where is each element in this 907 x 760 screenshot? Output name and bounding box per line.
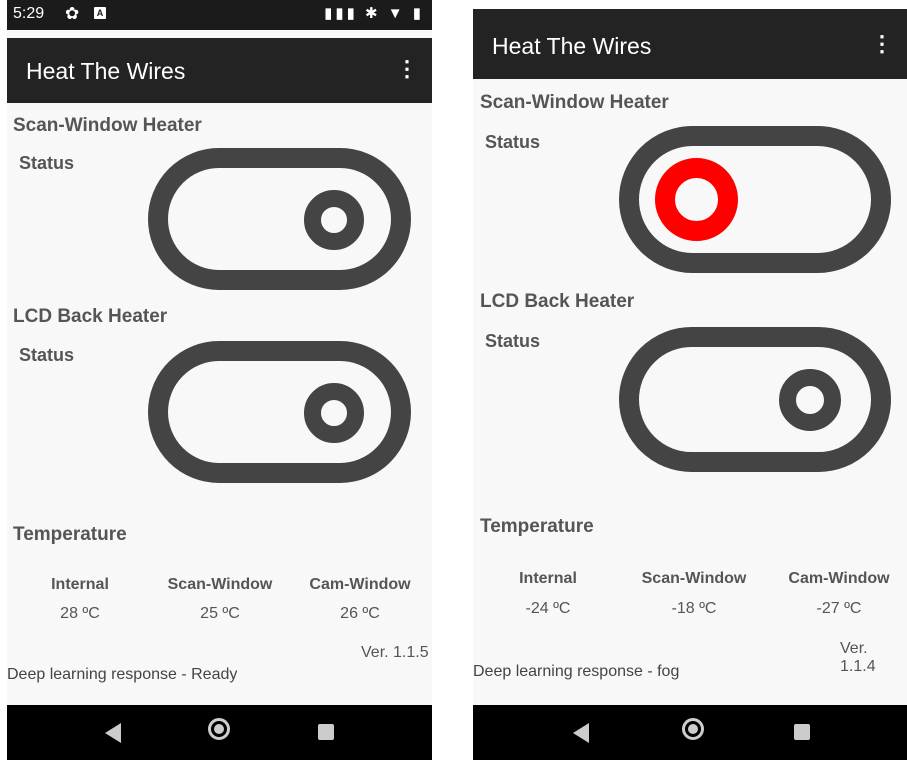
scan-window-heater-toggle[interactable] xyxy=(148,148,411,290)
scan-window-status-label: Status xyxy=(485,132,541,152)
temp-header-internal: Internal xyxy=(51,576,109,593)
app-bar: Heat The Wires ⋮ xyxy=(473,9,907,79)
response-text: Deep learning response - fog xyxy=(473,663,680,680)
lcd-back-heater-toggle[interactable] xyxy=(148,341,411,483)
version-label: Ver. 1.1.5 xyxy=(361,644,429,661)
temp-header-internal: Internal xyxy=(519,570,577,587)
temp-value-internal: -24 ºC xyxy=(525,600,571,617)
response-text: Deep learning response - Ready xyxy=(7,666,238,683)
app-title: Heat The Wires xyxy=(492,33,652,59)
scan-window-status-label: Status xyxy=(19,153,75,173)
version-label: Ver. 1.1.4 xyxy=(840,640,876,675)
temp-value-internal: 28 ºC xyxy=(60,605,100,622)
temp-header-cam-window: Cam-Window xyxy=(309,576,411,593)
toggle-knob-active xyxy=(655,158,738,241)
back-icon[interactable] xyxy=(105,723,121,743)
overflow-menu-icon[interactable]: ⋮ xyxy=(396,56,418,82)
lcd-back-heater-toggle[interactable] xyxy=(619,327,891,472)
clock: 5:29 xyxy=(13,5,45,22)
temp-header-scan-window: Scan-Window xyxy=(167,576,273,593)
toggle-knob xyxy=(779,369,841,431)
temp-header-cam-window: Cam-Window xyxy=(788,570,890,587)
app-bar: Heat The Wires ⋮ xyxy=(7,38,432,103)
right-screen: Heat The Wires ⋮ Scan-Window Heater Stat… xyxy=(473,9,907,760)
toggle-knob xyxy=(304,190,364,250)
home-icon[interactable] xyxy=(682,718,704,740)
navigation-bar xyxy=(473,705,907,760)
lcd-back-status-label: Status xyxy=(485,331,541,351)
lcd-back-heater-title: LCD Back Heater xyxy=(480,291,635,312)
scan-window-heater-toggle[interactable] xyxy=(619,126,891,273)
lcd-back-heater-title: LCD Back Heater xyxy=(13,306,168,327)
temp-value-scan-window: 25 ºC xyxy=(200,605,240,622)
status-bar: 5:29 ✿ A ▮▮▮ ✱ ▼ ▮ xyxy=(7,0,432,30)
overflow-menu-icon[interactable]: ⋮ xyxy=(871,31,893,57)
scan-window-heater-title: Scan-Window Heater xyxy=(13,115,202,136)
recents-icon[interactable] xyxy=(318,724,334,740)
app-title: Heat The Wires xyxy=(26,58,186,84)
notification-a-icon: A xyxy=(94,7,106,19)
temp-header-scan-window: Scan-Window xyxy=(641,570,747,587)
home-icon[interactable] xyxy=(208,718,230,740)
temperature-title: Temperature xyxy=(13,524,127,545)
back-icon[interactable] xyxy=(573,723,589,743)
temperature-title: Temperature xyxy=(480,516,594,537)
temp-value-scan-window: -18 ºC xyxy=(671,600,717,617)
left-screen: 5:29 ✿ A ▮▮▮ ✱ ▼ ▮ Heat The Wires ⋮ Scan… xyxy=(7,0,432,760)
temp-value-cam-window: -27 ºC xyxy=(816,600,862,617)
toggle-knob xyxy=(304,383,364,443)
lcd-back-status-label: Status xyxy=(19,345,75,365)
system-status-icons: ▮▮▮ ✱ ▼ ▮ xyxy=(324,5,424,22)
recents-icon[interactable] xyxy=(794,724,810,740)
navigation-bar xyxy=(7,705,432,760)
scan-window-heater-title: Scan-Window Heater xyxy=(480,92,669,113)
gear-icon: ✿ xyxy=(65,4,80,23)
temp-value-cam-window: 26 ºC xyxy=(340,605,380,622)
